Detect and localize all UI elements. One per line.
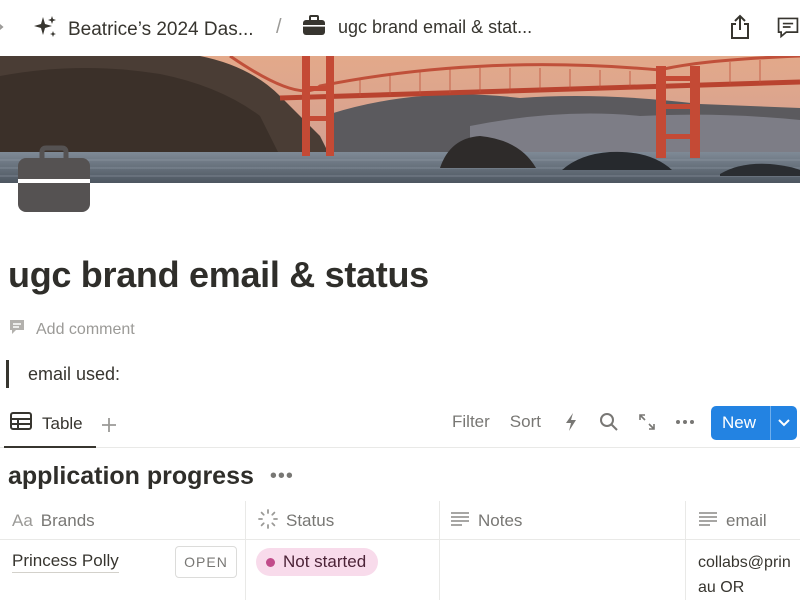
cell-email[interactable]: collabs@prin au OR (686, 540, 800, 600)
add-comment-label: Add comment (36, 320, 135, 338)
column-label-notes: Notes (478, 511, 523, 530)
database-title-text: application progress (8, 462, 254, 490)
tab-table[interactable]: Table (10, 412, 83, 435)
tab-table-label: Table (42, 413, 83, 433)
database-title[interactable]: application progress ••• (8, 462, 294, 491)
automation-lightning-icon[interactable] (561, 412, 581, 432)
status-label: Not started (283, 552, 367, 571)
open-row-button[interactable]: OPEN (175, 546, 237, 578)
brand-name[interactable]: Princess Polly (12, 550, 119, 573)
search-icon[interactable] (599, 412, 619, 432)
page-title[interactable]: ugc brand email & status (8, 254, 429, 296)
new-button[interactable]: New (711, 406, 797, 440)
more-options-icon[interactable] (675, 412, 695, 432)
top-bar: Beatrice’s 2024 Das... / ugc brand email… (0, 0, 800, 56)
table-icon (10, 412, 32, 435)
database-toolbar: Table Filter Sort (0, 404, 800, 448)
new-button-label: New (722, 413, 757, 432)
column-header-brands[interactable]: Aa Brands (0, 501, 246, 541)
cell-status[interactable]: Not started (246, 540, 440, 600)
filter-button[interactable]: Filter (452, 412, 490, 432)
page-briefcase-icon[interactable] (16, 144, 92, 214)
quote-block[interactable]: email used: (6, 360, 120, 388)
cell-brand[interactable]: Princess Polly OPEN (0, 540, 246, 600)
status-property-icon (258, 508, 278, 534)
database-actions: Filter Sort (452, 412, 713, 432)
column-label-status: Status (286, 511, 335, 530)
column-label-brands: Brands (40, 511, 95, 530)
sort-button[interactable]: Sort (510, 412, 541, 432)
chevron-down-icon[interactable] (771, 419, 797, 427)
table-row[interactable]: Princess Polly OPEN Not started collabs@… (0, 540, 800, 600)
comments-icon[interactable] (776, 12, 800, 42)
sparkle-icon (32, 14, 58, 45)
status-dot (266, 557, 275, 567)
add-comment-button[interactable]: Add comment (8, 318, 135, 341)
column-label-email: email (726, 511, 767, 530)
top-actions (726, 12, 800, 42)
breadcrumb-separator: / (276, 16, 282, 38)
breadcrumb-workspace-label: Beatrice’s 2024 Das... (68, 18, 254, 40)
breadcrumb-page[interactable]: ugc brand email & stat... (302, 14, 532, 41)
breadcrumb-page-label: ugc brand email & stat... (338, 17, 533, 37)
status-badge[interactable]: Not started (256, 548, 379, 576)
email-line-2: au OR (698, 579, 745, 596)
column-header-status[interactable]: Status (246, 501, 440, 541)
cover-image (0, 56, 800, 183)
text-property-icon (450, 511, 470, 532)
table-header: Aa Brands Status Notes email (0, 500, 800, 541)
cell-notes[interactable] (440, 540, 686, 600)
comment-icon (8, 318, 26, 341)
email-value: collabs@prin au OR (698, 550, 800, 600)
back-arrow-icon[interactable] (0, 18, 12, 38)
expand-icon[interactable] (637, 412, 657, 432)
title-property-icon: Aa (12, 511, 33, 530)
email-line-1: collabs@prin (698, 554, 791, 571)
share-icon[interactable] (726, 12, 754, 42)
column-header-email[interactable]: email (686, 501, 800, 541)
column-header-notes[interactable]: Notes (440, 501, 686, 541)
database-menu-icon[interactable]: ••• (270, 465, 294, 488)
briefcase-icon (302, 14, 326, 41)
active-tab-indicator (4, 446, 96, 448)
breadcrumb-workspace[interactable]: Beatrice’s 2024 Das... (32, 14, 254, 45)
quote-text: email used: (28, 363, 121, 384)
add-view-icon[interactable] (100, 410, 118, 440)
text-property-icon (698, 511, 718, 532)
